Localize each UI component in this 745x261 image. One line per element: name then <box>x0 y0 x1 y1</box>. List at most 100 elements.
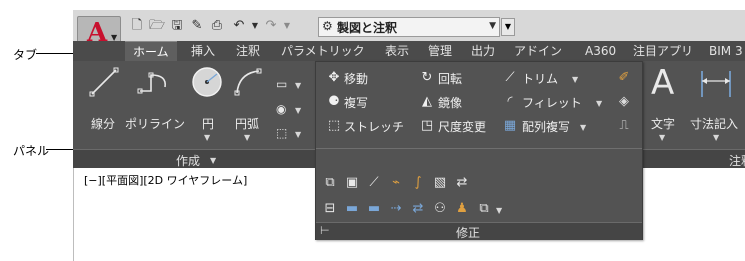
modify-panel-title: 修正 <box>456 226 481 240</box>
chevron-down-icon: ▼ <box>244 133 251 142</box>
chevron-down-icon[interactable]: ▼ <box>496 206 502 215</box>
lengthen-icon[interactable]: ⟋ <box>366 176 382 190</box>
break-at-point-icon[interactable]: ▬ <box>344 202 360 216</box>
chevron-down-icon[interactable]: ▼ <box>572 75 578 84</box>
reverse-icon[interactable]: ⇄ <box>454 176 470 190</box>
chevron-down-icon[interactable]: ▼ <box>580 123 586 132</box>
explode-icon[interactable]: ◈ <box>616 95 632 109</box>
save-as-icon[interactable]: ✎ <box>189 19 205 33</box>
undo-dropdown-icon[interactable]: ▼ <box>247 19 263 33</box>
line-icon <box>89 67 119 97</box>
redo-icon[interactable]: ↷ <box>263 19 279 33</box>
tab-add-ins[interactable]: アドイン <box>514 41 562 61</box>
rectangle-icon[interactable]: ▭ <box>276 77 287 91</box>
boundary-icon[interactable]: ⬚ <box>276 126 287 140</box>
tab-parametric[interactable]: パラメトリック <box>281 41 365 61</box>
tab-manage[interactable]: 管理 <box>428 41 452 61</box>
circle-icon <box>192 67 222 97</box>
chevron-down-icon[interactable]: ▼ <box>596 99 602 108</box>
tab-callout-label: タブ <box>13 48 38 62</box>
modify-panel-expanded: ✥ 移動 ↻ 回転 ⟋ トリム ▼ ✐ ⚈ 複写 ◭ 鏡像 ◜ フィレット ▼ … <box>315 61 643 240</box>
tab-view[interactable]: 表示 <box>385 41 409 61</box>
align-icon[interactable]: ⊟ <box>322 202 338 216</box>
fillet-icon: ◜ <box>507 94 513 109</box>
array-button[interactable]: 配列複写 <box>522 118 570 135</box>
draw-panel-footer[interactable]: 作成 ▼ <box>73 149 315 169</box>
hatch-icon[interactable]: ◉ <box>276 102 286 116</box>
text-label: 文字 <box>651 117 676 131</box>
chevron-down-icon: ▼ <box>659 133 666 142</box>
move-button[interactable]: 移動 <box>344 70 368 87</box>
undo-icon[interactable]: ↶ <box>231 19 247 33</box>
gear-icon: ⚙ <box>322 19 333 33</box>
erase-icon[interactable]: ✐ <box>616 71 632 85</box>
copy-clip-icon[interactable]: ▣ <box>344 176 360 190</box>
workspace-label: 製図と注釈 <box>337 21 398 35</box>
circle-label: 円 <box>202 117 215 131</box>
tab-annotate[interactable]: 注釈 <box>236 41 260 61</box>
stretch-button[interactable]: ストレッチ <box>344 118 404 135</box>
save-icon[interactable]: 🖫 <box>169 19 185 33</box>
modify-panel-footer[interactable]: ⊢ 修正 <box>316 222 642 240</box>
annotation-panel-title: 注釈 <box>729 154 745 168</box>
open-icon[interactable]: 🗁 <box>149 19 165 33</box>
new-icon[interactable]: 🗋 <box>129 19 145 33</box>
panel-callout-label: パネル <box>13 144 50 158</box>
mirror-icon: ◭ <box>422 94 432 109</box>
polyline-icon <box>137 72 167 94</box>
autocad-window: A ▼ 🗋 🗁 🖫 ✎ ⎙ ↶ ▼ ↷ ▼ ⚙ 製図と注釈 ▼ ▼ ホーム 挿入… <box>73 10 745 261</box>
break-line-icon[interactable]: ⇢ <box>388 202 404 216</box>
polyline-label: ポリライン <box>125 117 186 131</box>
line-label: 線分 <box>91 117 116 131</box>
redo-dropdown-icon[interactable]: ▼ <box>279 19 295 33</box>
edit-spline-icon[interactable]: ∫ <box>410 176 426 190</box>
draw-order-icon[interactable]: ⧉ <box>322 176 338 190</box>
workspace-dropdown[interactable]: ⚙ 製図と注釈 ▼ <box>318 17 500 37</box>
modify-panel-divider <box>316 148 642 149</box>
rotate-button[interactable]: 回転 <box>438 70 462 87</box>
customize-quick-access-button[interactable]: ▼ <box>501 18 515 36</box>
viewport-controls[interactable]: [−][平面図][2D ワイヤフレーム] <box>84 172 247 188</box>
tab-bim360[interactable]: BIM 3 <box>709 41 743 61</box>
move-icon: ✥ <box>328 70 340 85</box>
chevron-down-icon[interactable]: ▼ <box>295 130 301 139</box>
chevron-down-icon: ▼ <box>489 21 496 31</box>
copy-button[interactable]: 複写 <box>344 94 368 111</box>
draw-panel-title: 作成 <box>176 154 201 168</box>
dimension-label: 寸法記入 <box>690 117 739 131</box>
set-color-icon[interactable]: ♟ <box>454 202 470 216</box>
chevron-down-icon[interactable]: ▼ <box>295 106 301 115</box>
chevron-down-icon: ▼ <box>210 156 217 165</box>
scale-icon: ◳ <box>420 118 434 133</box>
join-icon[interactable]: ▬ <box>366 202 382 216</box>
tab-featured-apps[interactable]: 注目アプリ <box>633 41 693 61</box>
edit-hatch-icon[interactable]: ▧ <box>432 176 448 190</box>
scale-button[interactable]: 尺度変更 <box>438 118 486 135</box>
group-icon[interactable]: ⚇ <box>432 202 448 216</box>
swap-icon[interactable]: ⇄ <box>410 202 426 216</box>
mirror-button[interactable]: 鏡像 <box>438 94 462 111</box>
array-icon: ▦ <box>503 118 517 133</box>
fillet-button[interactable]: フィレット <box>522 94 582 111</box>
rotate-icon: ↻ <box>421 70 433 85</box>
tab-home[interactable]: ホーム <box>125 41 177 62</box>
break-icon[interactable]: ⌁ <box>388 176 404 190</box>
arc-label: 円弧 <box>235 117 260 131</box>
pin-icon[interactable]: ⊢ <box>320 224 330 237</box>
print-icon[interactable]: ⎙ <box>209 19 225 33</box>
tab-insert[interactable]: 挿入 <box>191 41 215 61</box>
chevron-down-icon: ▼ <box>204 133 211 142</box>
draw-order-dropdown-icon[interactable]: ⧉ <box>476 202 492 216</box>
text-icon: A <box>651 63 675 103</box>
trim-icon: ⟋ <box>505 70 515 85</box>
trim-button[interactable]: トリム <box>522 70 558 87</box>
annotation-panel-footer[interactable]: 注釈 <box>641 149 745 169</box>
tab-output[interactable]: 出力 <box>471 41 495 61</box>
ribbon-tab-bar: ホーム 挿入 注釈 パラメトリック 表示 管理 出力 アドイン A360 注目ア… <box>73 41 745 62</box>
dimension-icon <box>701 71 731 97</box>
copy-icon: ⚈ <box>328 94 340 109</box>
chevron-down-icon[interactable]: ▼ <box>295 81 301 90</box>
offset-icon[interactable]: ⎍ <box>616 119 632 133</box>
chevron-down-icon: ▼ <box>713 133 720 142</box>
tab-a360[interactable]: A360 <box>585 41 616 61</box>
